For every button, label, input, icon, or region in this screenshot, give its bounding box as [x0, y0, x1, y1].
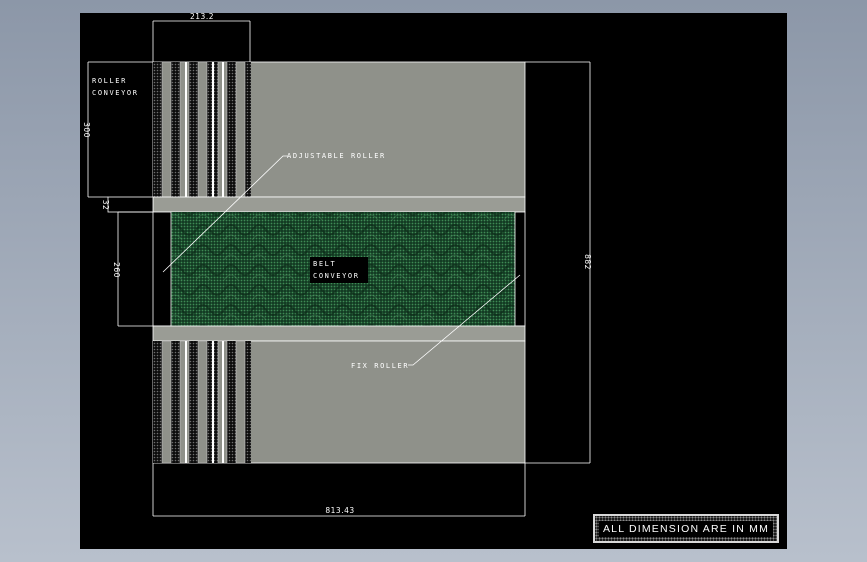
label-fix-roller: FIX ROLLER: [351, 362, 409, 370]
dim-roller-width: 213.2: [190, 12, 214, 21]
dim-gap: 32: [101, 200, 110, 211]
label-adjustable-roller: ADJUSTABLE ROLLER: [287, 152, 386, 160]
bottom-roller-section: [152, 340, 526, 464]
conveyor-drawing: 213.2 300 32 260 882 813.43 ROLLER CONVE…: [82, 12, 592, 517]
label-belt: BELT: [313, 260, 336, 268]
dim-belt-height: 260: [112, 262, 121, 278]
fix-roller-strip-top: [152, 196, 526, 213]
dim-overall-height: 882: [583, 254, 592, 270]
fix-roller-strip-bottom: [152, 325, 526, 342]
top-roller-section: [152, 61, 526, 198]
dim-roller-height: 300: [82, 122, 91, 138]
units-note: ALL DIMENSION ARE IN MM: [593, 514, 779, 543]
dim-overall-width: 813.43: [325, 506, 354, 515]
label-roller: ROLLER: [92, 77, 127, 85]
units-note-text: ALL DIMENSION ARE IN MM: [598, 520, 774, 537]
label-belt-conveyor: CONVEYOR: [313, 272, 360, 280]
fix-roller-ext-left: [107, 196, 154, 213]
label-roller-conveyor: CONVEYOR: [92, 89, 139, 97]
